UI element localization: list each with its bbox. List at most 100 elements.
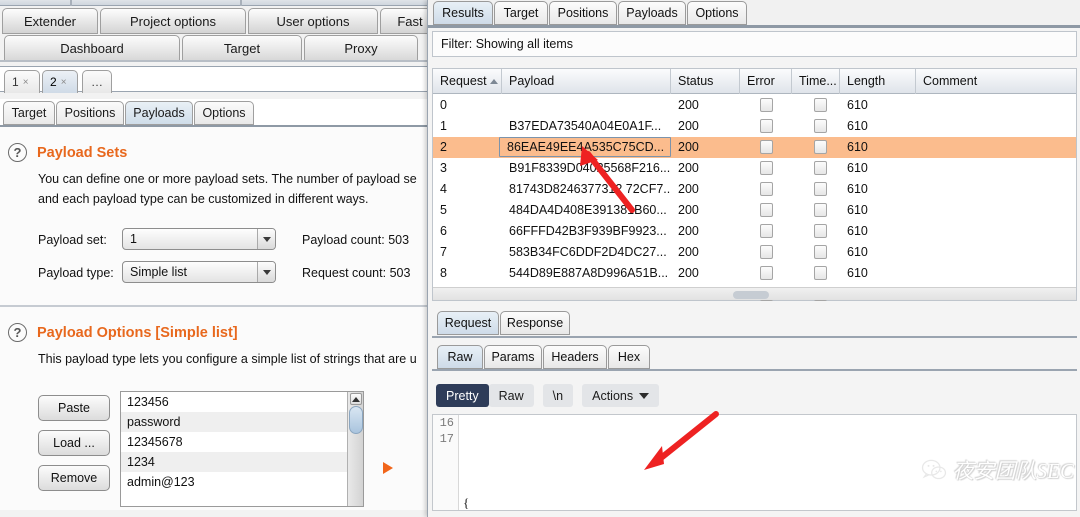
- tab-payloads-r[interactable]: Payloads: [618, 1, 686, 25]
- table-row[interactable]: 5 484DA4D408E391381B60... 200 610: [433, 200, 1076, 221]
- list-item[interactable]: password: [121, 412, 363, 432]
- main-tab-target[interactable]: Target: [182, 35, 302, 61]
- cell-error-checkbox[interactable]: [760, 119, 773, 133]
- cell-time-checkbox[interactable]: [814, 224, 827, 238]
- tab-params[interactable]: Params: [484, 345, 542, 369]
- tab-hex[interactable]: Hex: [608, 345, 650, 369]
- tab-target-r[interactable]: Target: [494, 1, 548, 25]
- cell-time-checkbox[interactable]: [814, 203, 827, 217]
- newline-button[interactable]: \n: [542, 384, 574, 407]
- filter-bar[interactable]: Filter: Showing all items: [432, 31, 1077, 57]
- tab-raw[interactable]: Raw: [437, 345, 483, 369]
- main-tab-fast[interactable]: Fast: [380, 8, 432, 34]
- cell-error-checkbox[interactable]: [760, 182, 773, 196]
- payload-type-select[interactable]: Simple list: [122, 261, 276, 283]
- column-header-length[interactable]: Length: [840, 69, 916, 94]
- cell-time-checkbox[interactable]: [814, 119, 827, 133]
- attack-tab-1[interactable]: 1 ×: [4, 70, 40, 93]
- tab-results[interactable]: Results: [433, 1, 493, 25]
- question-icon[interactable]: ?: [8, 143, 27, 162]
- actions-button[interactable]: Actions: [582, 384, 660, 407]
- payload-list-scrollbar[interactable]: [347, 392, 363, 506]
- payload-list[interactable]: 123456 password 12345678 1234 admin@123: [120, 391, 364, 507]
- expand-arrow-icon[interactable]: [383, 462, 393, 474]
- cell-time-checkbox[interactable]: [814, 182, 827, 196]
- raw-button[interactable]: Raw: [488, 384, 534, 407]
- main-tab-extender-label: Extender: [23, 13, 77, 29]
- tab-positions[interactable]: Positions: [56, 101, 124, 125]
- attack-tab-more[interactable]: …: [82, 70, 112, 93]
- cell-time-checkbox[interactable]: [814, 245, 827, 259]
- column-header-comment[interactable]: Comment: [916, 69, 1076, 94]
- table-row[interactable]: 6 66FFFD42B3F939BF9923... 200 610: [433, 221, 1076, 242]
- paste-button[interactable]: Paste: [38, 395, 110, 421]
- table-row[interactable]: 4 81743D8246377312 72CF7... 200 610: [433, 179, 1076, 200]
- line-number-gutter: 16 17: [433, 415, 459, 510]
- attack-tab-strip: 1 × 2 × …: [0, 66, 432, 93]
- cell-length: 610: [847, 245, 868, 259]
- cell-error-checkbox[interactable]: [760, 224, 773, 238]
- list-item[interactable]: 1234: [121, 452, 363, 472]
- list-item[interactable]: admin@123: [121, 472, 363, 492]
- chevron-down-icon[interactable]: [257, 229, 275, 249]
- annotation-arrow-password: [644, 411, 719, 470]
- main-tab-user-options[interactable]: User options: [248, 8, 378, 34]
- main-tab-divider: [0, 60, 432, 62]
- main-tab-dashboard[interactable]: Dashboard: [4, 35, 180, 61]
- pretty-button[interactable]: Pretty: [436, 384, 489, 407]
- tab-headers[interactable]: Headers: [543, 345, 607, 369]
- load-button-label: Load ...: [53, 436, 95, 450]
- scrollbar-thumb-horizontal[interactable]: [733, 291, 769, 299]
- table-row[interactable]: 7 583B34FC6DDF2D4DC27... 200 610: [433, 242, 1076, 263]
- column-header-payload[interactable]: Payload: [502, 69, 671, 94]
- cell-error-checkbox[interactable]: [760, 161, 773, 175]
- load-button[interactable]: Load ...: [38, 430, 110, 456]
- tab-response[interactable]: Response: [500, 311, 570, 335]
- cell-error-checkbox[interactable]: [760, 266, 773, 280]
- view-tab-underline: [432, 369, 1077, 371]
- raw-button-label: Raw: [498, 388, 524, 403]
- scroll-up-icon[interactable]: [350, 393, 362, 405]
- cell-error-checkbox[interactable]: [760, 98, 773, 112]
- cell-time-checkbox[interactable]: [814, 98, 827, 112]
- code-line-open-brace: {: [463, 495, 1076, 510]
- column-header-time[interactable]: Time...: [792, 69, 840, 94]
- cell-error-checkbox[interactable]: [760, 203, 773, 217]
- tab-target[interactable]: Target: [3, 101, 55, 125]
- table-row[interactable]: 8 544D89E887A8D996A51B... 200 610: [433, 263, 1076, 284]
- remove-button[interactable]: Remove: [38, 465, 110, 491]
- attack-tab-2[interactable]: 2 ×: [42, 70, 78, 93]
- main-tab-project-options[interactable]: Project options: [100, 8, 246, 34]
- cell-error-checkbox[interactable]: [760, 140, 773, 154]
- tab-payloads[interactable]: Payloads: [125, 101, 193, 125]
- table-row-selected[interactable]: 2 86EAE49EE4A535C75CD... 200 610: [433, 137, 1076, 158]
- tab-request[interactable]: Request: [437, 311, 499, 335]
- cell-status: 200: [678, 245, 699, 259]
- tab-options-r[interactable]: Options: [687, 1, 747, 25]
- cell-error-checkbox[interactable]: [760, 245, 773, 259]
- tab-positions-r[interactable]: Positions: [549, 1, 617, 25]
- column-header-status[interactable]: Status: [671, 69, 740, 94]
- column-header-error[interactable]: Error: [740, 69, 792, 94]
- table-row[interactable]: 3 B91F8339D04025568F216... 200 610: [433, 158, 1076, 179]
- results-horizontal-scrollbar[interactable]: [433, 287, 1076, 300]
- list-item[interactable]: 12345678: [121, 432, 363, 452]
- attack-tab-2-close-icon[interactable]: ×: [61, 77, 67, 88]
- cell-time-checkbox[interactable]: [814, 161, 827, 175]
- cell-time-checkbox[interactable]: [814, 266, 827, 280]
- chevron-down-icon-2[interactable]: [257, 262, 275, 282]
- list-item[interactable]: 123456: [121, 392, 363, 412]
- cell-time-checkbox[interactable]: [814, 140, 827, 154]
- main-tab-extender[interactable]: Extender: [2, 8, 98, 34]
- scrollbar-thumb[interactable]: [349, 406, 363, 434]
- payload-set-select[interactable]: 1: [122, 228, 276, 250]
- tab-options[interactable]: Options: [194, 101, 254, 125]
- remove-button-label: Remove: [50, 471, 98, 485]
- attack-tab-1-close-icon[interactable]: ×: [23, 77, 29, 88]
- cell-request: 4: [440, 182, 447, 196]
- table-row[interactable]: 0 200 610: [433, 95, 1076, 116]
- column-header-time-label: Time...: [799, 74, 837, 88]
- table-row[interactable]: 1 B37EDA73540A04E0A1F... 200 610: [433, 116, 1076, 137]
- main-tab-proxy[interactable]: Proxy: [304, 35, 418, 61]
- question-icon-2[interactable]: ?: [8, 323, 27, 342]
